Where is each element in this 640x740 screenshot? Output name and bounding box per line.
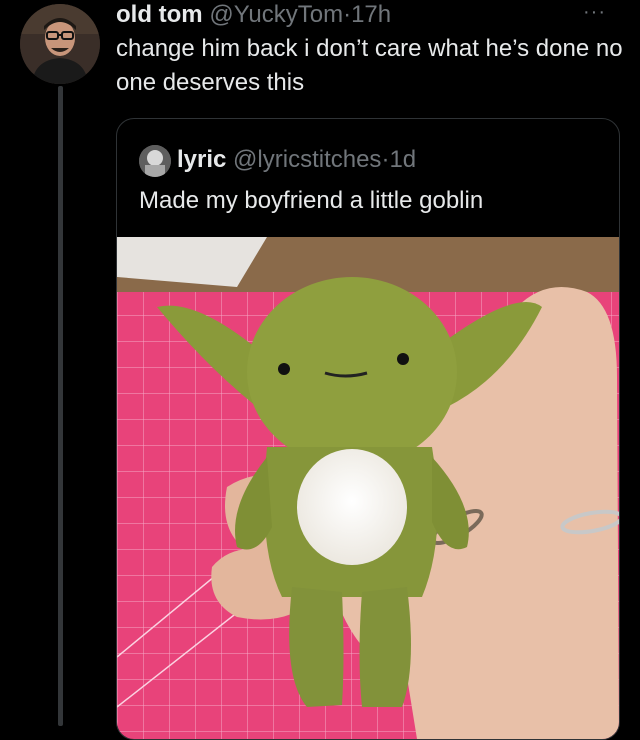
tweet-time[interactable]: 17h bbox=[351, 1, 391, 28]
quoted-tweet-card[interactable]: lyric @lyricstitches·1d Made my boyfrien… bbox=[116, 118, 620, 740]
author-name[interactable]: old tom bbox=[116, 1, 203, 28]
quoted-author-name[interactable]: lyric bbox=[177, 146, 226, 173]
thread-line bbox=[58, 86, 63, 726]
tweet-text: change him back i don’t care what he’s d… bbox=[116, 35, 623, 96]
goblin-plush-photo[interactable] bbox=[117, 237, 619, 739]
author-avatar-image bbox=[20, 4, 100, 84]
photo-illustration bbox=[117, 237, 619, 739]
quoted-tweet-header: lyric @lyricstitches·1d bbox=[139, 144, 416, 177]
quoted-author-handle[interactable]: @lyricstitches bbox=[233, 146, 381, 173]
author-avatar[interactable] bbox=[20, 4, 100, 84]
tweet-header: old tom @YuckyTom·17h bbox=[116, 0, 616, 30]
separator-dot: · bbox=[343, 1, 352, 28]
more-options-icon[interactable]: ··· bbox=[583, 2, 606, 22]
quoted-author-avatar bbox=[139, 144, 171, 177]
author-handle[interactable]: @YuckyTom bbox=[209, 1, 343, 28]
quoted-tweet-time[interactable]: 1d bbox=[389, 146, 416, 173]
quoted-tweet-text: Made my boyfriend a little goblin bbox=[139, 187, 484, 214]
